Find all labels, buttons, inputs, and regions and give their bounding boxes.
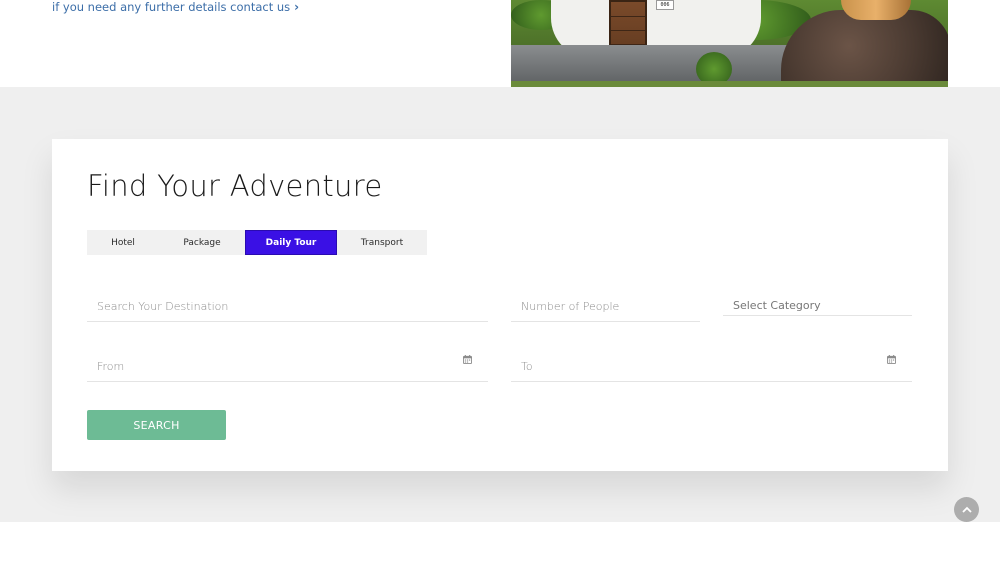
scroll-to-top-button[interactable] (954, 497, 979, 522)
bottom-section (0, 522, 1000, 563)
top-section: if you need any further details contact … (0, 0, 1000, 87)
tab-hotel[interactable]: Hotel (87, 230, 159, 255)
destination-field (87, 291, 488, 322)
calendar-icon[interactable] (887, 355, 896, 364)
people-input[interactable] (511, 291, 700, 321)
people-field (511, 291, 700, 322)
booking-tabs: Hotel Package Daily Tour Transport (87, 230, 427, 255)
category-select-value: Select Category (733, 299, 821, 312)
arrow-up-icon (961, 506, 972, 513)
from-date-input[interactable] (87, 351, 488, 381)
category-select[interactable]: Select Category (723, 291, 912, 316)
from-date-field (87, 351, 488, 382)
contact-link-text: if you need any further details contact … (52, 0, 291, 14)
calendar-icon[interactable] (463, 355, 472, 364)
tab-daily-tour[interactable]: Daily Tour (245, 230, 337, 255)
search-button[interactable]: SEARCH (87, 410, 226, 440)
chevron-right-icon: › (294, 0, 300, 14)
house-number-plate: 006 (656, 0, 674, 10)
to-date-input[interactable] (511, 351, 912, 381)
contact-link[interactable]: if you need any further details contact … (52, 0, 299, 14)
page-title: Find Your Adventure (87, 169, 383, 203)
search-card: Find Your Adventure Hotel Package Daily … (52, 139, 948, 471)
destination-input[interactable] (87, 291, 488, 321)
to-date-field (511, 351, 912, 382)
hero-photo: 006 (511, 0, 948, 87)
tab-package[interactable]: Package (159, 230, 245, 255)
tab-transport[interactable]: Transport (337, 230, 427, 255)
